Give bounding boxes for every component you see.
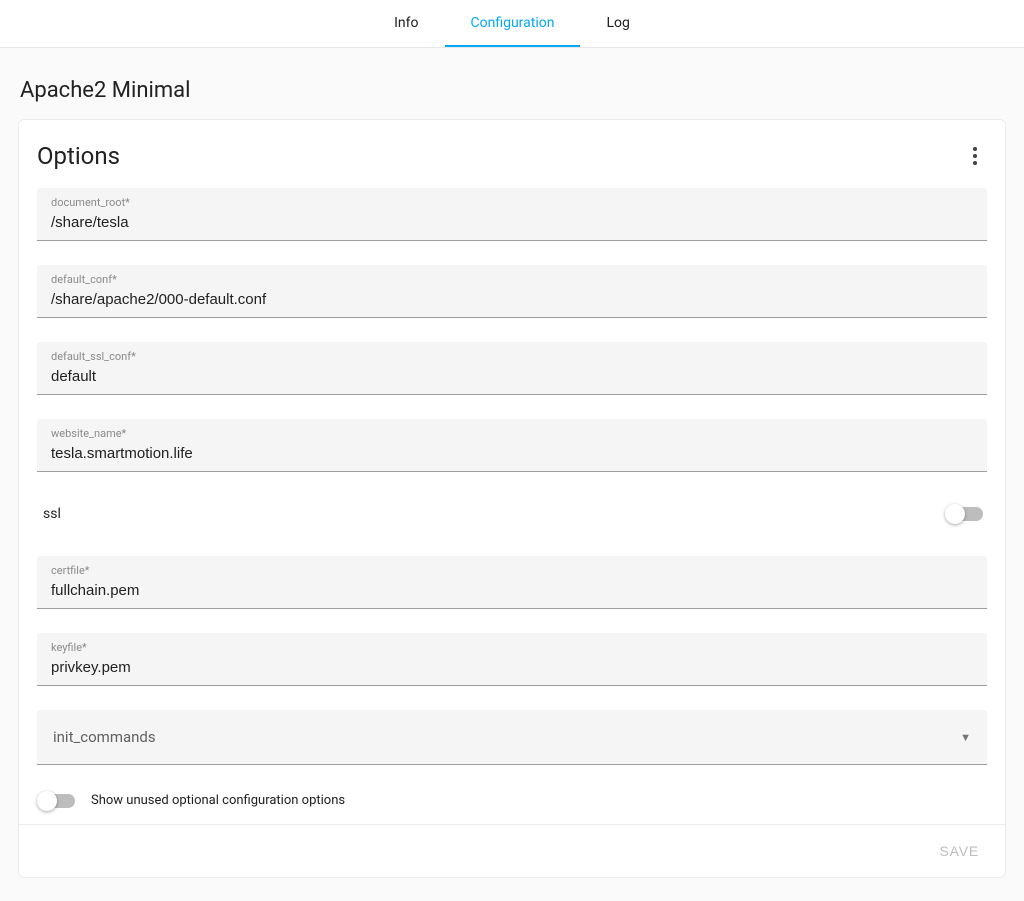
- save-button[interactable]: SAVE: [935, 837, 983, 865]
- show-unused-row: Show unused optional configuration optio…: [37, 789, 987, 824]
- field-keyfile[interactable]: keyfile*: [37, 633, 987, 686]
- kebab-icon: [973, 147, 977, 165]
- field-label: website_name*: [51, 427, 973, 441]
- options-menu-button[interactable]: [963, 136, 987, 176]
- show-unused-label: Show unused optional configuration optio…: [91, 793, 345, 808]
- certfile-input[interactable]: [51, 580, 973, 602]
- field-label: document_root*: [51, 196, 973, 210]
- tab-log[interactable]: Log: [580, 0, 655, 47]
- page-title: Apache2 Minimal: [20, 78, 1006, 103]
- field-default-conf[interactable]: default_conf*: [37, 265, 987, 318]
- field-label: default_ssl_conf*: [51, 350, 973, 364]
- ssl-toggle[interactable]: [947, 507, 983, 521]
- field-default-ssl-conf[interactable]: default_ssl_conf*: [37, 342, 987, 395]
- default-conf-input[interactable]: [51, 289, 973, 311]
- default-ssl-conf-input[interactable]: [51, 366, 973, 388]
- ssl-row: ssl: [37, 496, 987, 532]
- options-card: Options document_root* default_conf* def…: [18, 119, 1006, 878]
- field-certfile[interactable]: certfile*: [37, 556, 987, 609]
- show-unused-toggle[interactable]: [39, 794, 75, 808]
- init-commands-label: init_commands: [53, 728, 156, 746]
- toggle-knob: [945, 504, 965, 524]
- field-document-root[interactable]: document_root*: [37, 188, 987, 241]
- website-name-input[interactable]: [51, 443, 973, 465]
- field-label: keyfile*: [51, 641, 973, 655]
- document-root-input[interactable]: [51, 212, 973, 234]
- card-header: Options: [37, 136, 987, 188]
- card-actions: SAVE: [19, 824, 1005, 877]
- tab-configuration[interactable]: Configuration: [445, 0, 581, 47]
- tab-info[interactable]: Info: [368, 0, 444, 47]
- tabs-bar: Info Configuration Log: [0, 0, 1024, 48]
- keyfile-input[interactable]: [51, 657, 973, 679]
- toggle-knob: [37, 791, 57, 811]
- ssl-label: ssl: [43, 506, 61, 522]
- field-label: default_conf*: [51, 273, 973, 287]
- field-label: certfile*: [51, 564, 973, 578]
- card-title: Options: [37, 142, 120, 170]
- chevron-down-icon: ▼: [960, 731, 971, 744]
- field-init-commands[interactable]: init_commands ▼: [37, 710, 987, 765]
- page-body: Apache2 Minimal Options document_root* d…: [0, 48, 1024, 901]
- field-website-name[interactable]: website_name*: [37, 419, 987, 472]
